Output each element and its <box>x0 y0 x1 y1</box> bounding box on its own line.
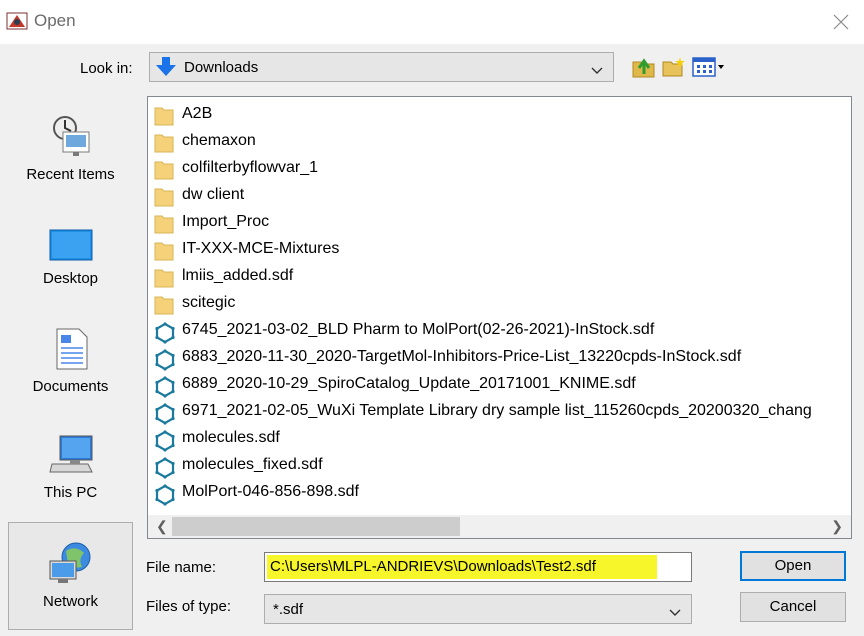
sdf-file-icon <box>154 430 176 455</box>
documents-icon <box>56 328 87 370</box>
files-of-type-label: Files of type: <box>146 598 232 615</box>
chevron-down-icon <box>591 62 603 78</box>
sdf-file-icon <box>154 376 176 401</box>
place-network[interactable]: Network <box>8 522 133 630</box>
open-button[interactable]: Open <box>740 551 846 581</box>
file-name: MolPort-046-856-898.sdf <box>182 483 359 500</box>
file-name-label: File name: <box>146 559 217 576</box>
desktop-icon <box>49 229 92 261</box>
place-label: Network <box>42 593 98 610</box>
chevron-down-icon <box>669 604 681 620</box>
place-this-pc[interactable]: This PC <box>8 434 133 501</box>
folder-icon <box>154 187 174 210</box>
file-name: chemaxon <box>182 132 256 149</box>
sdf-file-icon <box>154 457 176 482</box>
file-list[interactable]: A2B chemaxon colfilterbyflowvar_1dw client… <box>147 96 852 539</box>
files-of-type-dropdown[interactable]: *.sdf <box>264 594 692 624</box>
file-name: 6883_2020-11-30_2020-TargetMol-Inhibitor… <box>182 348 742 365</box>
close-icon <box>833 14 849 30</box>
place-desktop[interactable]: Desktop <box>8 228 133 287</box>
look-in-dropdown[interactable]: Downloads <box>149 52 614 82</box>
file-name-field[interactable]: C:\Users\MLPL-ANDRIEVS\Downloads\Test2.s… <box>264 552 692 582</box>
sdf-file-icon <box>154 403 176 428</box>
file-name: 6971_2021-02-05_WuXi Template Library dr… <box>182 402 812 419</box>
file-name: scitegic <box>182 294 236 311</box>
folder-icon <box>154 214 174 237</box>
sdf-file-icon <box>154 484 176 509</box>
file-name: Import_Proc <box>182 213 270 230</box>
folder-icon <box>154 106 174 129</box>
places-bar: Recent Items Desktop Documents This PC N… <box>8 96 133 630</box>
file-name-value: C:\Users\MLPL-ANDRIEVS\Downloads\Test2.s… <box>270 558 596 575</box>
file-name: A2B <box>182 105 213 122</box>
file-name: dw client <box>182 186 245 203</box>
window-title: Open <box>34 11 76 30</box>
files-of-type-value: *.sdf <box>273 601 304 618</box>
network-icon <box>49 542 90 583</box>
sdf-file-icon <box>154 349 176 374</box>
folder-icon <box>154 241 174 264</box>
title-bar: Open <box>0 0 864 44</box>
file-name: molecules_fixed.sdf <box>182 456 323 473</box>
view-menu-icon[interactable] <box>692 56 728 81</box>
place-label: Desktop <box>42 270 99 287</box>
folder-icon <box>154 268 174 291</box>
scroll-right-icon[interactable]: ❯ <box>831 518 843 535</box>
scrollbar-thumb[interactable] <box>172 517 460 536</box>
file-name: 6889_2020-10-29_SpiroCatalog_Update_2017… <box>182 375 636 392</box>
folder-icon <box>154 295 174 318</box>
java-app-icon <box>6 11 28 31</box>
new-folder-icon[interactable] <box>662 56 686 81</box>
look-in-value: Downloads <box>184 59 259 76</box>
place-documents[interactable]: Documents <box>8 328 133 395</box>
sdf-file-icon <box>154 322 176 347</box>
scroll-left-icon[interactable]: ❮ <box>156 518 168 535</box>
file-name: lmiis_added.sdf <box>182 267 294 284</box>
place-label: Documents <box>32 378 109 395</box>
place-recent-items[interactable]: Recent Items <box>8 114 133 183</box>
file-name: IT-XXX-MCE-Mixtures <box>182 240 340 257</box>
downloads-icon <box>155 57 177 80</box>
look-in-label: Look in: <box>80 60 133 77</box>
file-name: colfilterbyflowvar_1 <box>182 159 319 176</box>
this-pc-icon <box>48 435 93 473</box>
file-name: molecules.sdf <box>182 429 280 446</box>
recent-items-icon <box>52 116 89 156</box>
file-name: 6745_2021-03-02_BLD Pharm to MolPort(02-… <box>182 321 655 338</box>
horizontal-scrollbar[interactable]: ❮ ❯ <box>148 515 851 538</box>
close-button[interactable] <box>818 0 864 44</box>
up-folder-icon[interactable] <box>632 56 656 81</box>
cancel-button[interactable]: Cancel <box>740 592 846 622</box>
place-label: This PC <box>43 484 98 501</box>
folder-icon <box>154 160 174 183</box>
place-label: Recent Items <box>26 166 115 183</box>
folder-icon <box>154 133 174 156</box>
